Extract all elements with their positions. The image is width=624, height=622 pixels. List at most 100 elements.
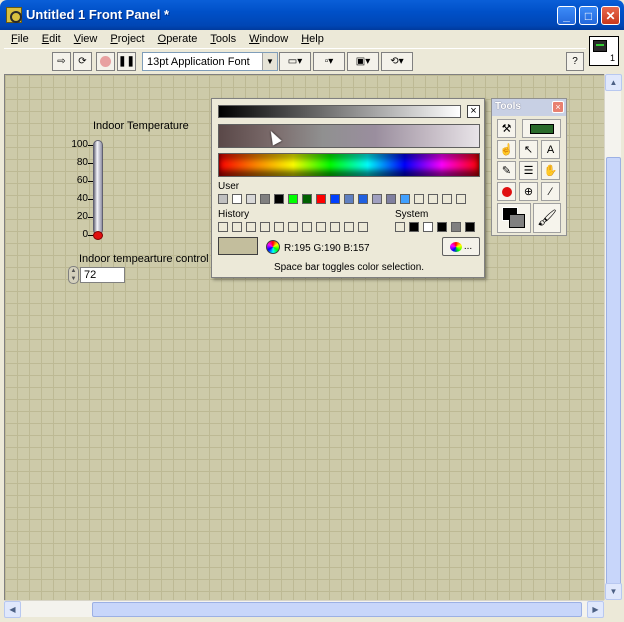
system-color-swatch[interactable] [437,222,447,232]
vertical-scroll-thumb[interactable] [606,157,621,587]
menu-help[interactable]: Help [294,33,330,45]
horizontal-scrollbar[interactable]: ◀ ▶ [4,600,604,618]
reorder-button[interactable]: ⟲▾ [381,52,413,71]
menu-window[interactable]: Window [242,33,294,45]
history-color-swatch[interactable] [330,222,340,232]
scroll-down-button[interactable]: ▼ [605,583,622,600]
thermometer-tube[interactable] [93,140,103,235]
history-color-swatch[interactable] [288,222,298,232]
user-color-swatch[interactable] [358,194,368,204]
labview-app-icon[interactable] [6,7,22,23]
help-icon: ? [572,56,578,67]
menu-tools[interactable]: Tools [203,33,242,45]
color-swatch-icon[interactable] [497,203,531,233]
tools-palette-header[interactable]: Tools × [492,99,566,116]
vi-icon[interactable]: 1 [589,36,619,66]
automatic-tool-lcd-icon[interactable] [522,119,561,138]
more-colors-button[interactable]: ... [442,237,480,256]
user-color-swatch[interactable] [218,194,228,204]
history-color-swatch[interactable] [302,222,312,232]
distribute-objects-button[interactable]: ▫▾ [313,52,345,71]
history-color-swatch[interactable] [358,222,368,232]
user-color-swatch[interactable] [302,194,312,204]
run-continuously-button[interactable]: ⟳ [73,52,92,71]
run-button[interactable]: ⇨ [52,52,71,71]
resize-objects-button[interactable]: ▣▾ [347,52,379,71]
history-color-swatch[interactable] [232,222,242,232]
user-color-swatch[interactable] [400,194,410,204]
font-select[interactable]: 13pt Application Font ▼ [142,52,278,71]
menu-project[interactable]: Project [103,33,150,45]
history-color-swatch[interactable] [260,222,270,232]
abort-button[interactable] [96,52,115,71]
scroll-left-button[interactable]: ◀ [4,601,21,618]
user-color-swatch[interactable] [414,194,424,204]
user-color-swatch[interactable] [442,194,452,204]
breakpoint-icon[interactable] [497,182,516,201]
system-color-swatch[interactable] [451,222,461,232]
menu-view[interactable]: View [67,33,104,45]
minimize-button[interactable]: _ [557,6,576,25]
system-colors-label: System [395,209,429,220]
align-objects-button[interactable]: ▭▾ [279,52,311,71]
close-button[interactable]: ✕ [601,6,620,25]
system-color-swatch[interactable] [423,222,433,232]
horizontal-scroll-thumb[interactable] [92,602,582,617]
object-shortcut-icon[interactable]: ☰ [519,161,538,180]
user-color-swatch[interactable] [232,194,242,204]
chevron-up-icon[interactable]: ▲ [71,268,77,274]
user-color-swatch[interactable] [456,194,466,204]
grayscale-ramp[interactable] [218,105,461,118]
lcd-indicator-icon [529,123,554,134]
user-color-swatch[interactable] [372,194,382,204]
thermometer-bulb [93,231,103,240]
system-color-swatch[interactable] [395,222,405,232]
connect-wire-icon[interactable]: ✎ [497,161,516,180]
font-select-value: 13pt Application Font [147,55,250,68]
thermometer-label: Indoor Temperature [93,120,189,132]
close-icon[interactable]: × [552,101,564,113]
edit-text-icon[interactable]: A [541,140,560,159]
menu-edit[interactable]: Edit [35,33,67,45]
user-color-swatch[interactable] [428,194,438,204]
menu-bar: File Edit View Project Operate Tools Win… [4,30,586,48]
scroll-hand-icon[interactable]: ✋ [541,161,560,180]
system-color-swatch[interactable] [465,222,475,232]
menu-operate[interactable]: Operate [151,33,204,45]
history-color-swatch[interactable] [316,222,326,232]
context-help-button[interactable]: ? [566,52,584,71]
history-color-swatch[interactable] [246,222,256,232]
close-icon[interactable]: × [467,105,480,118]
resize-grip[interactable] [604,600,621,617]
user-color-swatch[interactable] [260,194,270,204]
increment-stepper[interactable]: ▲ ▼ [68,266,79,284]
user-color-swatch[interactable] [274,194,284,204]
history-color-swatch[interactable] [344,222,354,232]
chevron-down-icon[interactable]: ▼ [71,276,77,282]
maximize-button[interactable]: □ [579,6,598,25]
menu-file[interactable]: File [4,33,35,45]
eyedropper-icon[interactable]: ⁄ [541,182,560,201]
system-color-swatch[interactable] [409,222,419,232]
user-color-swatch[interactable] [330,194,340,204]
automatic-tool-wrench-icon[interactable]: ⚒ [497,119,516,138]
scroll-right-button[interactable]: ▶ [587,601,604,618]
scroll-up-button[interactable]: ▲ [605,74,622,91]
user-color-swatch[interactable] [288,194,298,204]
vertical-scrollbar[interactable]: ▲ ▼ [604,74,622,600]
operate-value-hand-icon[interactable]: ☝ [497,140,516,159]
user-color-swatch[interactable] [246,194,256,204]
user-color-swatch[interactable] [386,194,396,204]
numeric-value-field[interactable]: 72 [80,267,125,283]
history-color-swatch[interactable] [218,222,228,232]
tick-label: 40 [76,193,88,204]
probe-icon[interactable]: ⊕ [519,182,538,201]
position-arrow-icon[interactable]: ↖ [519,140,538,159]
user-color-swatch[interactable] [316,194,326,204]
user-color-swatch[interactable] [344,194,354,204]
hue-ramp[interactable] [218,153,480,177]
history-color-swatch[interactable] [274,222,284,232]
pause-button[interactable]: ❚❚ [117,52,136,71]
saturation-ramp[interactable] [218,124,480,148]
set-color-brush-icon[interactable]: 🖌 [533,203,561,233]
